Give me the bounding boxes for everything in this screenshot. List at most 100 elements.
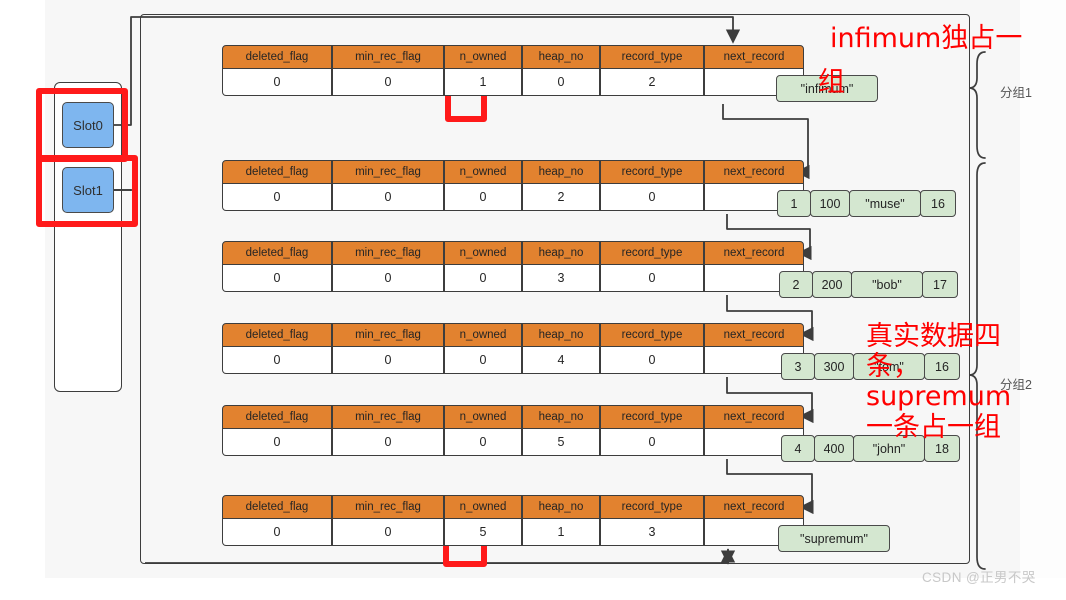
column-header-record-type: record_type [600, 405, 704, 429]
record-header-row: deleted_flag min_rec_flag n_owned heap_no re… [222, 323, 804, 347]
record-bob-payload-cell-0: 2 [779, 271, 813, 298]
column-header-heap-no: heap_no [522, 45, 600, 69]
cell-deleted-flag: 0 [222, 69, 332, 96]
cell-min-rec-flag: 0 [332, 347, 444, 374]
column-header-deleted-flag: deleted_flag [222, 241, 332, 265]
cell-n-owned: 0 [444, 429, 522, 456]
column-header-deleted-flag: deleted_flag [222, 495, 332, 519]
supremum-record-payload: "supremum" [778, 525, 890, 552]
cell-min-rec-flag: 0 [332, 429, 444, 456]
column-header-n-owned: n_owned [444, 241, 522, 265]
cell-deleted-flag: 0 [222, 347, 332, 374]
record-muse-payload-cell-3: 16 [920, 190, 956, 217]
record-muse-payload-cell-1: 100 [810, 190, 850, 217]
annotation-real-data: 真实数据四 条， supremum 一条占一组 [866, 321, 1012, 443]
cell-min-rec-flag: 0 [332, 265, 444, 292]
record-value-row: 00040 [222, 347, 804, 374]
infimum-record: deleted_flag min_rec_flag n_owned heap_no re… [222, 45, 804, 96]
column-header-min-rec-flag: min_rec_flag [332, 495, 444, 519]
record-value-row: 00513 [222, 519, 804, 546]
cell-n-owned: 0 [444, 184, 522, 211]
column-header-n-owned: n_owned [444, 323, 522, 347]
record-header-row: deleted_flag min_rec_flag n_owned heap_no re… [222, 405, 804, 429]
column-header-heap-no: heap_no [522, 405, 600, 429]
column-header-record-type: record_type [600, 45, 704, 69]
column-header-min-rec-flag: min_rec_flag [332, 160, 444, 184]
cell-record-type: 3 [600, 519, 704, 546]
supremum-record-payload-cell-0: "supremum" [778, 525, 890, 552]
group-label-1: 分组1 [1000, 86, 1032, 100]
cell-min-rec-flag: 0 [332, 184, 444, 211]
cell-heap-no: 5 [522, 429, 600, 456]
record-value-row: 00020 [222, 184, 804, 211]
supremum-record: deleted_flag min_rec_flag n_owned heap_no re… [222, 495, 804, 546]
column-header-deleted-flag: deleted_flag [222, 160, 332, 184]
record-header-row: deleted_flag min_rec_flag n_owned heap_no re… [222, 45, 804, 69]
record-tom-payload-cell-1: 300 [814, 353, 854, 380]
record-value-row: 00030 [222, 265, 804, 292]
cell-n-owned: 0 [444, 347, 522, 374]
column-header-min-rec-flag: min_rec_flag [332, 323, 444, 347]
cell-n-owned: 5 [444, 519, 522, 546]
record-bob: deleted_flag min_rec_flag n_owned heap_no re… [222, 241, 804, 292]
record-john-payload-cell-0: 4 [781, 435, 815, 462]
column-header-n-owned: n_owned [444, 405, 522, 429]
column-header-next-record: next_record [704, 323, 804, 347]
cell-record-type: 2 [600, 69, 704, 96]
infimum-record-table: deleted_flag min_rec_flag n_owned heap_no re… [222, 45, 804, 96]
record-header-row: deleted_flag min_rec_flag n_owned heap_no re… [222, 160, 804, 184]
record-bob-payload-cell-2: "bob" [851, 271, 923, 298]
cell-heap-no: 2 [522, 184, 600, 211]
record-john-table: deleted_flag min_rec_flag n_owned heap_no re… [222, 405, 804, 456]
cell-heap-no: 4 [522, 347, 600, 374]
record-header-row: deleted_flag min_rec_flag n_owned heap_no re… [222, 241, 804, 265]
column-header-next-record: next_record [704, 495, 804, 519]
column-header-record-type: record_type [600, 495, 704, 519]
record-john: deleted_flag min_rec_flag n_owned heap_no re… [222, 405, 804, 456]
column-header-n-owned: n_owned [444, 45, 522, 69]
column-header-next-record: next_record [704, 405, 804, 429]
column-header-min-rec-flag: min_rec_flag [332, 405, 444, 429]
record-bob-payload-cell-3: 17 [922, 271, 958, 298]
record-john-payload-cell-1: 400 [814, 435, 854, 462]
column-header-n-owned: n_owned [444, 495, 522, 519]
column-header-record-type: record_type [600, 241, 704, 265]
cell-min-rec-flag: 0 [332, 519, 444, 546]
record-tom-payload-cell-0: 3 [781, 353, 815, 380]
record-value-row: 00050 [222, 429, 804, 456]
record-muse: deleted_flag min_rec_flag n_owned heap_no re… [222, 160, 804, 211]
column-header-deleted-flag: deleted_flag [222, 405, 332, 429]
record-tom: deleted_flag min_rec_flag n_owned heap_no re… [222, 323, 804, 374]
record-muse-table: deleted_flag min_rec_flag n_owned heap_no re… [222, 160, 804, 211]
record-bob-payload-cell-1: 200 [812, 271, 852, 298]
column-header-record-type: record_type [600, 160, 704, 184]
column-header-next-record: next_record [704, 45, 804, 69]
cell-deleted-flag: 0 [222, 184, 332, 211]
cell-heap-no: 3 [522, 265, 600, 292]
watermark: CSDN @正男不哭 [922, 570, 1036, 585]
column-header-record-type: record_type [600, 323, 704, 347]
record-muse-payload: 1 100 "muse" 16 [777, 190, 956, 217]
record-value-row: 00102 [222, 69, 804, 96]
cell-record-type: 0 [600, 347, 704, 374]
cell-heap-no: 1 [522, 519, 600, 546]
column-header-min-rec-flag: min_rec_flag [332, 241, 444, 265]
cell-min-rec-flag: 0 [332, 69, 444, 96]
highlight-box-slot0 [36, 88, 128, 162]
column-header-deleted-flag: deleted_flag [222, 323, 332, 347]
column-header-deleted-flag: deleted_flag [222, 45, 332, 69]
column-header-n-owned: n_owned [444, 160, 522, 184]
column-header-min-rec-flag: min_rec_flag [332, 45, 444, 69]
record-muse-payload-cell-0: 1 [777, 190, 811, 217]
cell-record-type: 0 [600, 265, 704, 292]
cell-deleted-flag: 0 [222, 429, 332, 456]
cell-n-owned: 1 [444, 69, 522, 96]
cell-n-owned: 0 [444, 265, 522, 292]
record-header-row: deleted_flag min_rec_flag n_owned heap_no re… [222, 495, 804, 519]
column-header-heap-no: heap_no [522, 495, 600, 519]
column-header-next-record: next_record [704, 160, 804, 184]
cell-heap-no: 0 [522, 69, 600, 96]
cell-deleted-flag: 0 [222, 265, 332, 292]
column-header-heap-no: heap_no [522, 241, 600, 265]
annotation-infimum: infimum独占一 [830, 23, 1023, 54]
